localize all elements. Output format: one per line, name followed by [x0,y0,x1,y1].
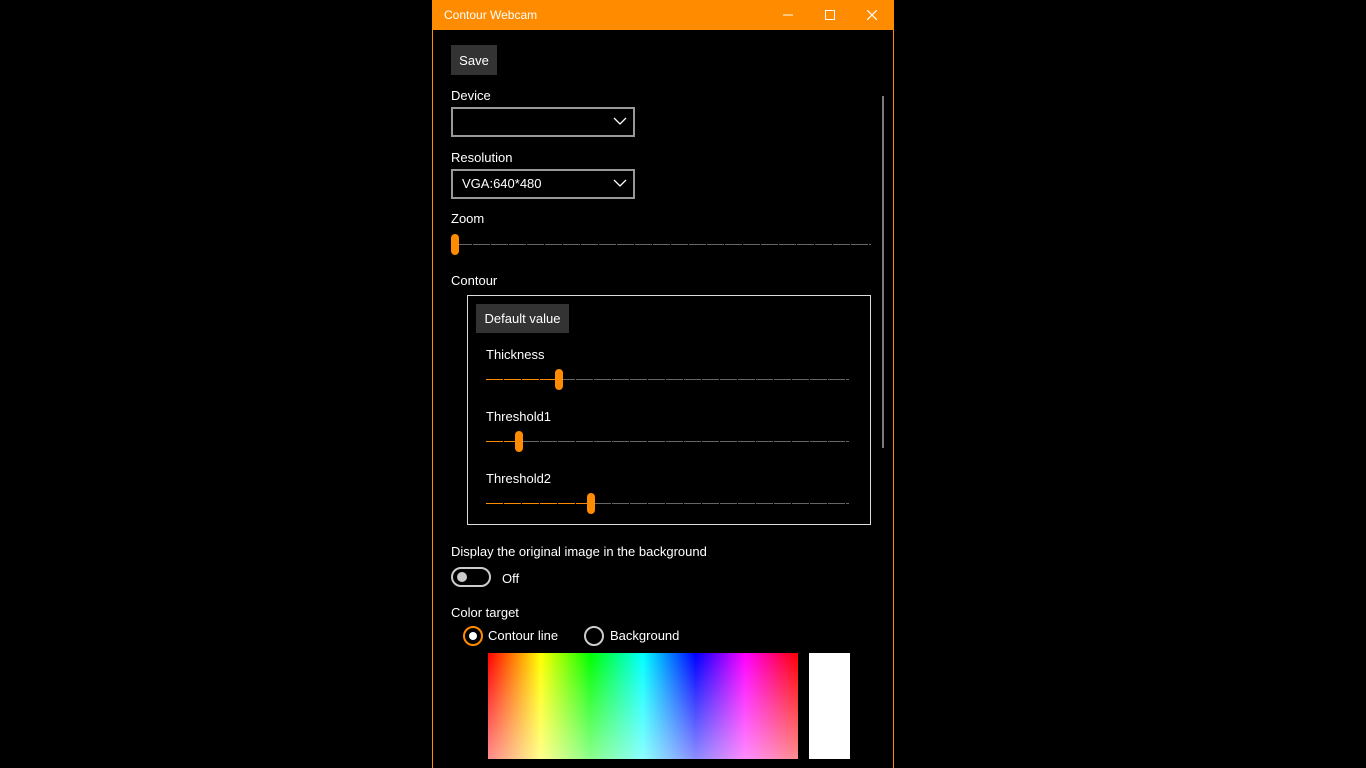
resolution-dropdown[interactable]: VGA:640*480 [451,169,635,199]
maximize-button[interactable] [809,0,851,30]
vertical-scrollbar[interactable] [882,96,884,448]
toggle-state-text: Off [502,571,520,586]
app-window: Contour Webcam Save Device Resolution VG… [432,0,894,768]
contour-group: Default value Thickness Threshold1 Thres… [467,295,871,525]
selected-color-preview [809,653,850,759]
resolution-label: Resolution [451,150,513,165]
resolution-value: VGA:640*480 [462,176,542,191]
zoom-label: Zoom [451,211,485,226]
save-button[interactable]: Save [451,45,497,75]
slider-thumb[interactable] [587,493,595,514]
radio-background-label[interactable]: Background [610,628,679,643]
maximize-icon [825,10,835,20]
threshold2-label: Threshold2 [486,471,552,486]
minimize-button[interactable] [767,0,809,30]
slider-fill [486,503,591,504]
threshold1-label: Threshold1 [486,409,552,424]
slider-track [455,244,871,245]
slider-thumb[interactable] [451,234,459,255]
radio-dot [469,632,477,640]
radio-contour-line-label[interactable]: Contour line [488,628,558,643]
device-label: Device [451,88,491,103]
thickness-slider[interactable] [486,369,849,390]
chevron-down-icon [613,117,627,125]
color-target-label: Color target [451,605,519,620]
contour-label: Contour [451,273,498,288]
slider-thumb[interactable] [555,369,563,390]
chevron-down-icon [613,179,627,187]
minimize-icon [783,14,793,16]
window-title: Contour Webcam [444,8,538,22]
slider-fill [486,379,559,380]
radio-contour-line[interactable] [463,626,483,646]
background-toggle-label: Display the original image in the backgr… [451,544,707,559]
close-button[interactable] [851,0,893,30]
threshold1-slider[interactable] [486,431,849,452]
zoom-slider[interactable] [451,234,871,255]
threshold2-slider[interactable] [486,493,849,514]
thickness-label: Thickness [486,347,545,362]
device-dropdown[interactable] [451,107,635,137]
slider-thumb[interactable] [515,431,523,452]
color-spectrum-picker[interactable] [488,653,798,759]
background-toggle[interactable] [451,567,491,587]
radio-background[interactable] [584,626,604,646]
default-value-button[interactable]: Default value [476,304,569,333]
toggle-knob [457,572,467,582]
close-icon [867,10,877,20]
slider-track [486,441,849,442]
title-bar[interactable]: Contour Webcam [433,0,893,30]
